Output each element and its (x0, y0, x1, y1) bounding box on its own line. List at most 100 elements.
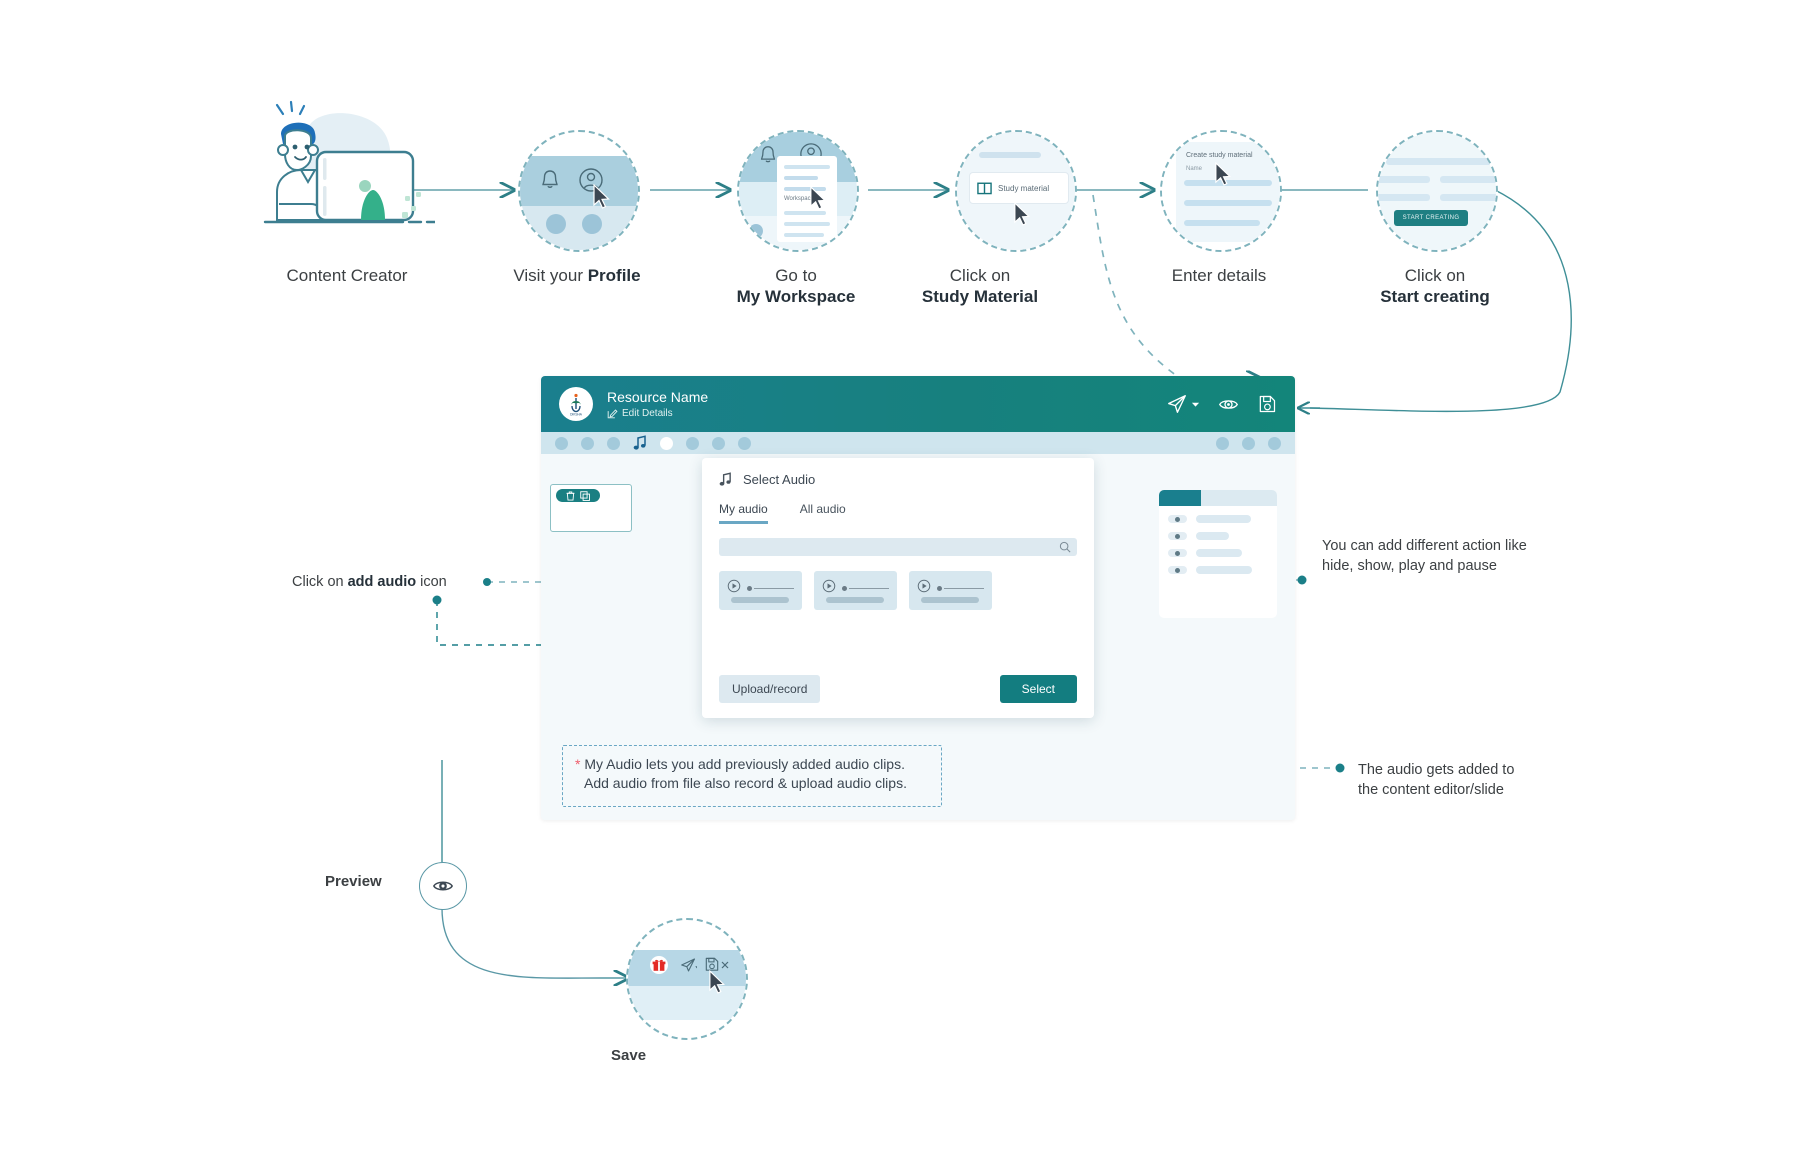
start-creating-mock: START CREATING (1378, 132, 1496, 250)
toolbar-tool-8[interactable] (1216, 436, 1229, 450)
toolbar-tool-9[interactable] (1242, 436, 1255, 450)
search-icon (1059, 541, 1071, 553)
cursor-pointer-icon (593, 184, 610, 209)
toolbar-tool-3[interactable] (607, 436, 620, 450)
side-panel-tab-active[interactable] (1159, 490, 1201, 506)
toolbar-tool-active[interactable] (660, 436, 673, 450)
audio-clip-item[interactable] (719, 571, 802, 610)
resource-name: Resource Name (607, 388, 709, 405)
toolbar-tool-7[interactable] (738, 436, 751, 450)
action-row[interactable] (1168, 566, 1277, 574)
cursor-pointer-icon (1215, 162, 1232, 186)
music-note-icon (719, 472, 731, 486)
action-toggle-icon[interactable] (1168, 566, 1187, 574)
dialog-title: Select Audio (743, 472, 816, 487)
diksha-logo-icon: DIKSHA (570, 393, 583, 416)
audio-clip-list (719, 571, 1094, 610)
editor-actions (1166, 393, 1277, 415)
step-circle-enter-details[interactable]: Create study material Name (1160, 130, 1282, 252)
canvas-element[interactable] (550, 484, 632, 532)
canvas-element-toolbar (556, 489, 600, 502)
play-icon[interactable] (917, 579, 931, 593)
preview-eye-icon (432, 881, 454, 891)
action-label (1196, 532, 1229, 540)
toolbar-tool-6[interactable] (712, 436, 725, 450)
step-circle-start-creating[interactable]: START CREATING (1376, 130, 1498, 252)
tab-all-audio[interactable]: All audio (800, 502, 846, 524)
close-icon[interactable] (721, 961, 729, 969)
action-row[interactable] (1168, 549, 1277, 557)
step-circle-save[interactable] (626, 918, 748, 1040)
tab-my-audio[interactable]: My audio (719, 502, 768, 524)
upload-record-button[interactable]: Upload/record (719, 675, 821, 703)
side-panel-tab-inactive[interactable] (1201, 490, 1277, 506)
editor-title-block: Resource Name Edit Details (607, 389, 1166, 420)
play-icon[interactable] (727, 579, 741, 593)
chevron-down-icon (1191, 402, 1200, 407)
send-icon[interactable] (680, 958, 697, 972)
preview-label: Preview (325, 873, 382, 890)
content-creator-illustration (263, 100, 435, 224)
save-disk-icon[interactable] (1257, 394, 1277, 414)
annotation-add-audio-icon: Click on add audio icon (292, 574, 447, 590)
step-label-content-creator: Content Creator (286, 266, 408, 285)
annotation-my-audio-note: * My Audio lets you add previously added… (562, 745, 942, 807)
cursor-pointer-icon (810, 186, 827, 210)
toolbar-tool-2[interactable] (581, 436, 594, 450)
action-label (1196, 566, 1252, 574)
actions-side-panel (1159, 490, 1277, 618)
create-form-name-label: Name (1186, 166, 1203, 172)
select-button[interactable]: Select (999, 675, 1077, 703)
action-toggle-icon[interactable] (1168, 549, 1187, 557)
music-note-icon[interactable] (633, 435, 647, 451)
svg-text:DIKSHA: DIKSHA (570, 412, 583, 416)
dialog-title-row: Select Audio (702, 458, 1094, 487)
delete-icon[interactable] (566, 491, 575, 501)
book-icon (977, 182, 992, 194)
action-row[interactable] (1168, 515, 1277, 523)
step-label-visit-profile: Visit your Profile (513, 266, 641, 285)
action-toggle-icon[interactable] (1168, 532, 1187, 540)
duplicate-icon[interactable] (580, 490, 590, 501)
step-label-start-creating: Click on Start creating (1380, 266, 1490, 307)
editor-toolbar (541, 432, 1295, 454)
audio-search-input[interactable] (719, 538, 1077, 556)
edit-details-link[interactable]: Edit Details (607, 408, 1166, 419)
cursor-pointer-icon (1014, 202, 1031, 226)
edit-pencil-icon (607, 409, 618, 419)
audio-clip-item[interactable] (909, 571, 992, 610)
enter-details-mock: Create study material Name (1162, 132, 1280, 250)
cursor-pointer-icon (709, 970, 726, 994)
step-circle-visit-profile[interactable] (518, 130, 640, 252)
step-label-study-material: Click on Study Material (921, 266, 1039, 307)
toolbar-tool-5[interactable] (686, 436, 699, 450)
bell-icon (542, 170, 558, 188)
create-form-title: Create study material (1186, 152, 1253, 159)
toolbar-tool-10[interactable] (1268, 436, 1281, 450)
gift-icon[interactable] (650, 956, 668, 974)
dialog-tabs: My audio All audio (702, 487, 1094, 524)
play-icon[interactable] (822, 579, 836, 593)
step-circle-study-material[interactable]: Study material (955, 130, 1077, 252)
save-mock (628, 920, 746, 1038)
send-icon[interactable] (1166, 393, 1200, 415)
start-creating-button[interactable]: START CREATING (1394, 210, 1468, 226)
action-row[interactable] (1168, 532, 1277, 540)
audio-clip-item[interactable] (814, 571, 897, 610)
diagram-canvas: Content Creator Visit your Profile Works… (0, 0, 1820, 1170)
study-material-card[interactable]: Study material (969, 172, 1069, 204)
side-panel-tabs (1159, 490, 1277, 506)
annotation-audio-added-note: The audio gets added to the content edit… (1358, 762, 1515, 799)
study-material-card-label: Study material (998, 183, 1050, 193)
annotation-actions-note: You can add different action like hide, … (1322, 538, 1527, 575)
step-label-enter-details: Enter details (1171, 266, 1267, 285)
dialog-footer: Upload/record Select (702, 675, 1094, 703)
step-circle-my-workspace[interactable]: Workspace (737, 130, 859, 252)
preview-node[interactable] (419, 862, 467, 910)
action-toggle-icon[interactable] (1168, 515, 1187, 523)
profile-mock (520, 132, 638, 250)
toolbar-tool-1[interactable] (555, 436, 568, 450)
action-label (1196, 549, 1242, 557)
preview-eye-icon[interactable] (1218, 394, 1239, 415)
app-logo: DIKSHA (559, 387, 593, 421)
